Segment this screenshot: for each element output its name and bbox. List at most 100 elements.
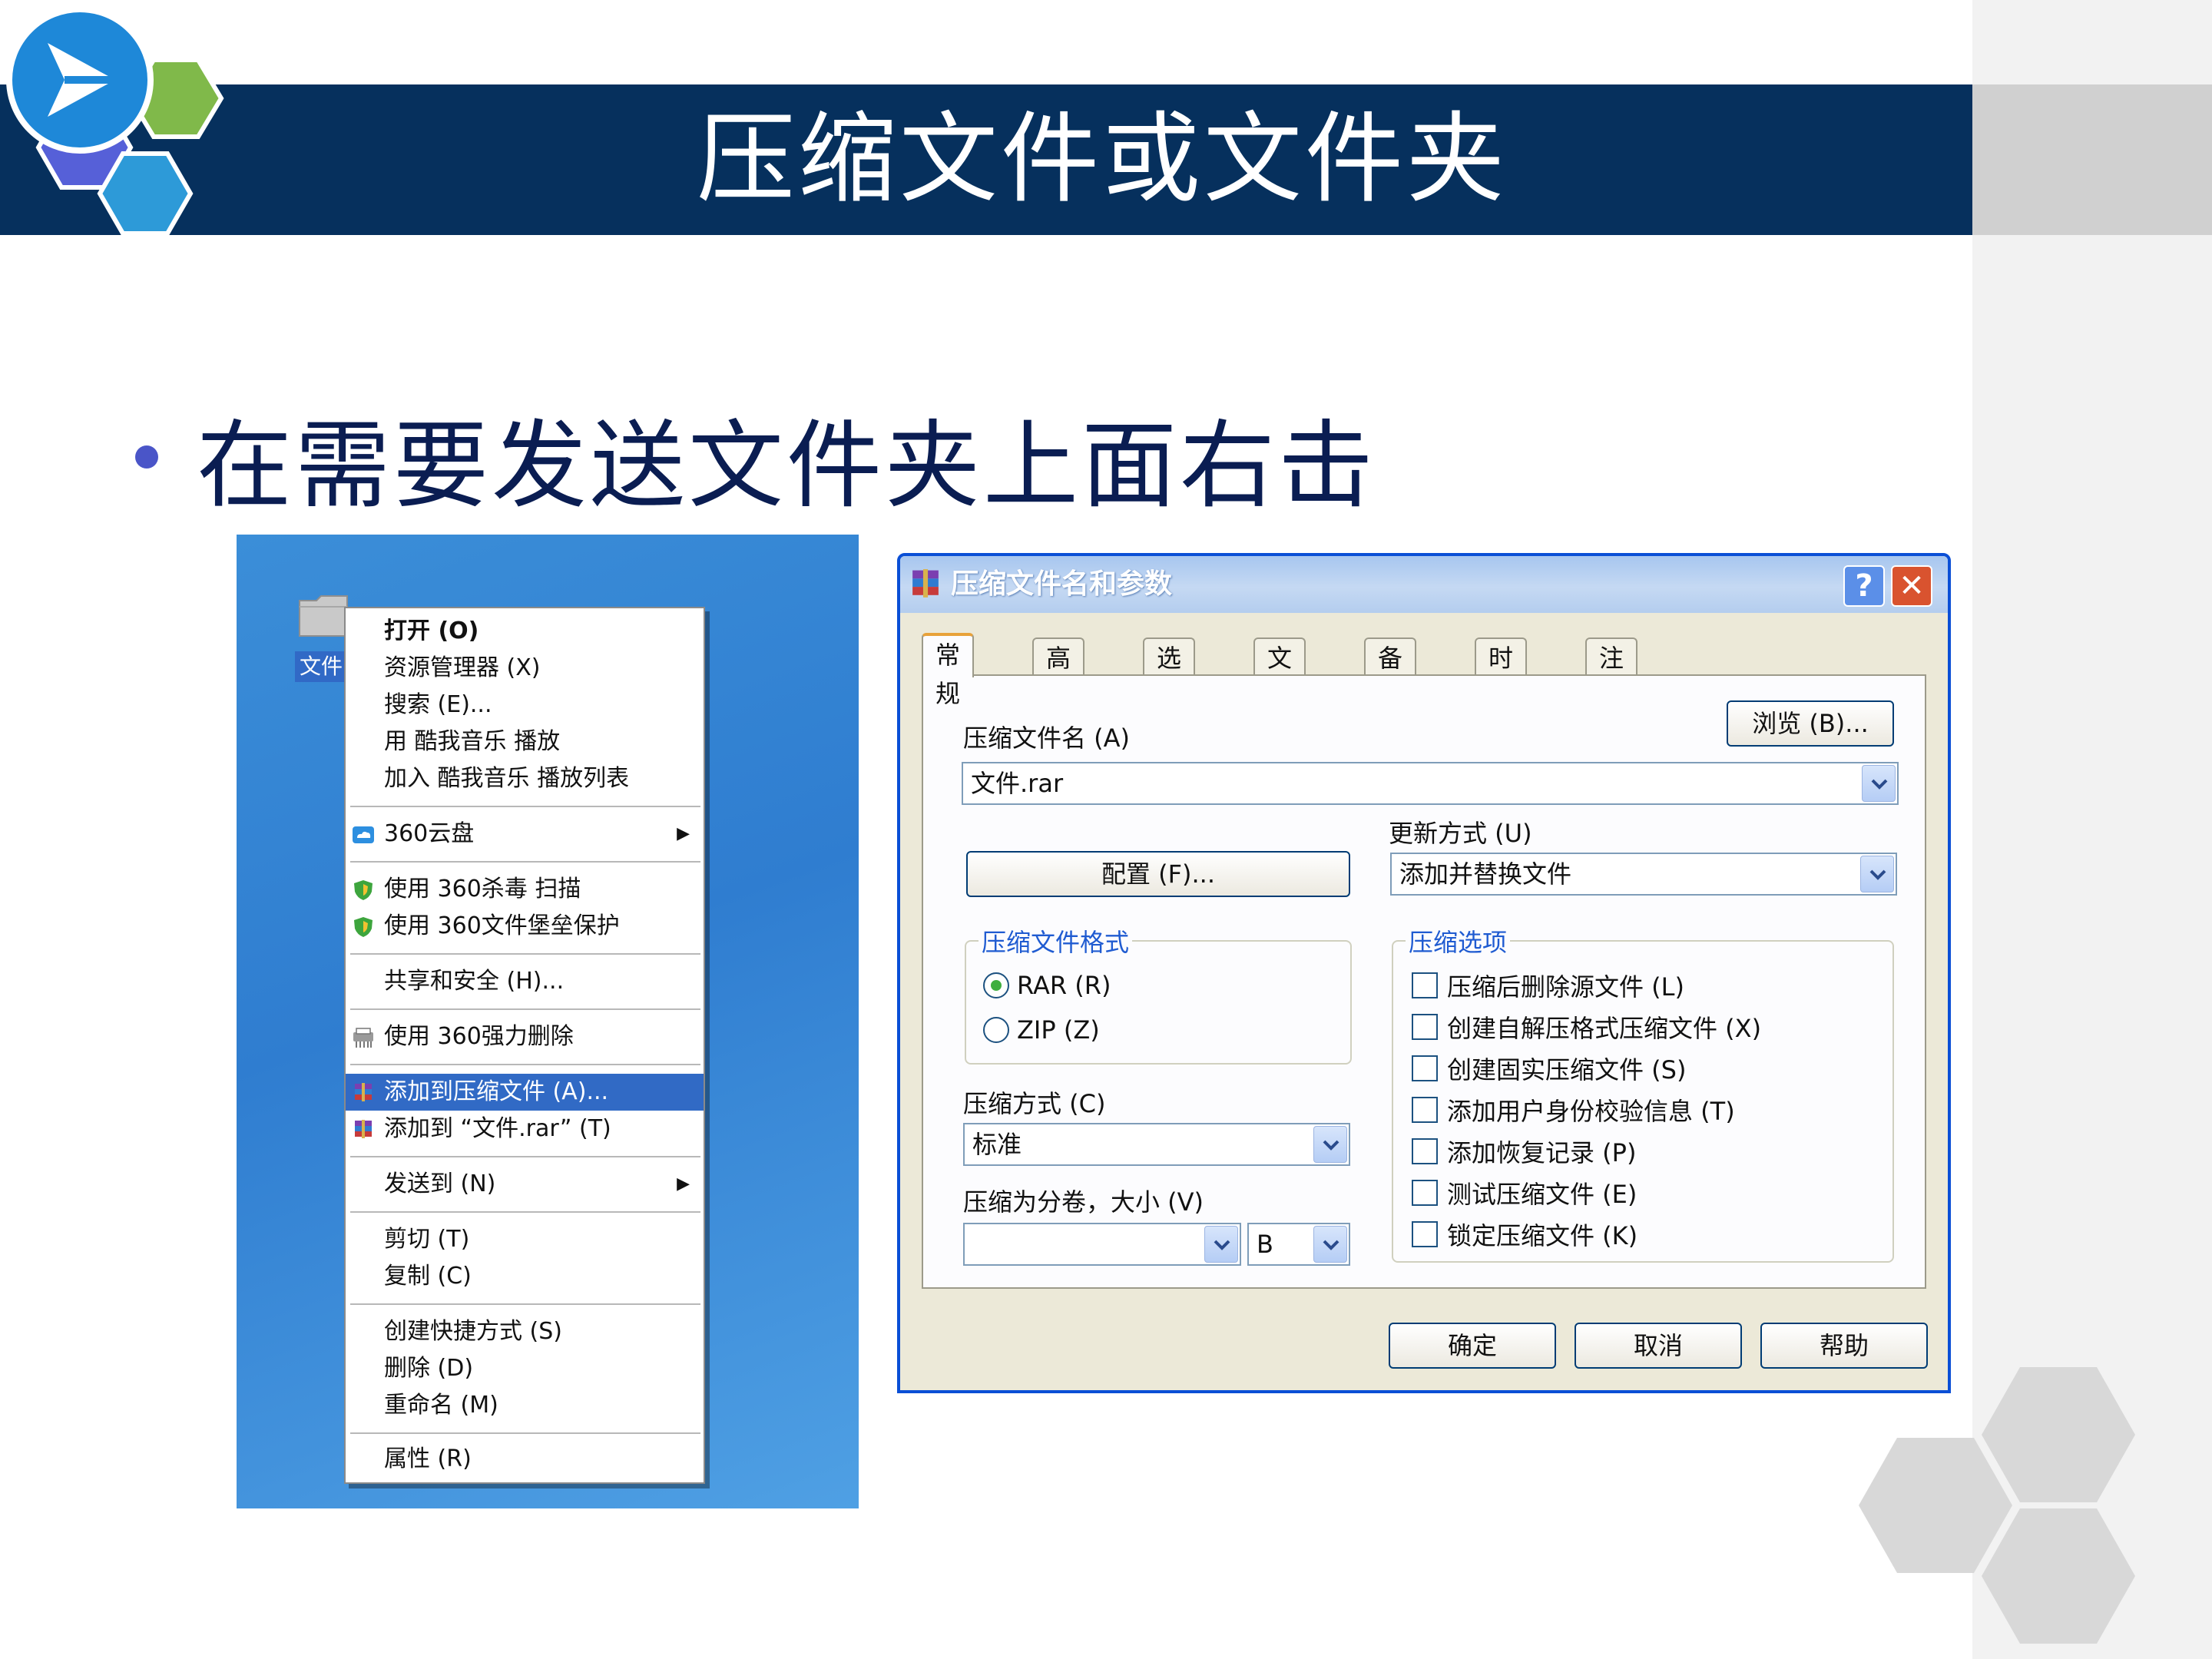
menu-item-rename[interactable]: 重命名 (M) [346,1387,704,1424]
help-title-button[interactable]: ? [1843,565,1885,607]
option-solid[interactable]: 创建固实压缩文件 (S) [1412,1049,1686,1088]
checkbox[interactable] [1412,1014,1438,1040]
menu-separator [350,1156,700,1157]
general-tab-panel: 压缩文件名 (A) 浏览 (B)... 文件.rar 更新方式 (U) 配置 (… [922,674,1926,1289]
option-lock[interactable]: 锁定压缩文件 (K) [1412,1215,1637,1253]
folder-label[interactable]: 文件 [295,651,348,682]
menu-separator [350,806,700,807]
method-label: 压缩方式 (C) [963,1089,1106,1118]
radio-button[interactable] [983,972,1009,998]
logo-hexagons-icon [6,6,224,236]
format-option-zip[interactable]: ZIP (Z) [983,1011,1100,1049]
menu-separator [350,1432,700,1434]
menu-item-properties[interactable]: 属性 (R) [346,1441,704,1478]
split-unit-value: B [1257,1230,1273,1259]
method-combo[interactable]: 标准 [963,1123,1350,1166]
menu-item-360-delete[interactable]: 使用 360强力删除 [346,1018,704,1055]
checkbox[interactable] [1412,1180,1438,1206]
checkbox[interactable] [1412,1055,1438,1081]
context-menu: 打开 (O) 资源管理器 (X) 搜索 (E)... 用 酷我音乐 播放 加入 … [344,607,705,1484]
menu-item-send-to[interactable]: 发送到 (N) ▶ [346,1166,704,1203]
winrar-icon [355,1120,372,1138]
bullet-point: 在需要发送文件夹上面右击 [135,399,1376,522]
browse-button[interactable]: 浏览 (B)... [1727,700,1894,747]
checkbox[interactable] [1412,1097,1438,1123]
right-gray-band [1972,84,2212,235]
update-mode-value: 添加并替换文件 [1399,859,1572,889]
update-mode-combo[interactable]: 添加并替换文件 [1390,853,1897,896]
menu-item-360-protect[interactable]: 使用 360文件堡垒保护 [346,908,704,945]
tab-options[interactable]: 选项 [1143,637,1196,711]
archive-name-label: 压缩文件名 (A) [963,724,1131,753]
tab-backup[interactable]: 备份 [1364,637,1417,711]
options-group-title: 压缩选项 [1406,923,1511,959]
menu-item-search[interactable]: 搜索 (E)... [346,687,704,724]
menu-item-add-to-rar[interactable]: 添加到 “文件.rar” (T) [346,1111,704,1147]
archive-name-combo[interactable]: 文件.rar [962,762,1899,805]
submenu-arrow-icon: ▶ [677,824,690,843]
cancel-button[interactable]: 取消 [1575,1323,1742,1369]
menu-item-open[interactable]: 打开 (O) [346,613,704,650]
shredder-icon [353,1028,373,1048]
close-button[interactable]: ✕ [1891,565,1932,607]
menu-separator [350,1211,700,1213]
menu-separator [350,1303,700,1305]
format-group-title: 压缩文件格式 [979,923,1133,959]
chevron-down-icon[interactable] [1313,1126,1347,1163]
update-mode-label: 更新方式 (U) [1389,819,1532,848]
option-test[interactable]: 测试压缩文件 (E) [1412,1174,1637,1212]
ok-button[interactable]: 确定 [1389,1323,1556,1369]
tab-general[interactable]: 常规 [922,633,975,708]
menu-item-create-shortcut[interactable]: 创建快捷方式 (S) [346,1313,704,1350]
menu-item-explore[interactable]: 资源管理器 (X) [346,650,704,687]
option-delete-after[interactable]: 压缩后删除源文件 (L) [1412,966,1684,1005]
split-label: 压缩为分卷，大小 (V) [963,1187,1204,1217]
dialog-title: 压缩文件名和参数 [951,568,1173,600]
checkbox[interactable] [1412,1221,1438,1247]
shield-icon [354,917,373,937]
menu-item-kuwo-play[interactable]: 用 酷我音乐 播放 [346,724,704,760]
profiles-button[interactable]: 配置 (F)... [966,851,1350,897]
bullet-dot [135,445,158,469]
split-size-combo[interactable] [963,1223,1241,1266]
split-unit-combo[interactable]: B [1247,1223,1350,1266]
menu-item-copy[interactable]: 复制 (C) [346,1258,704,1295]
radio-button[interactable] [983,1017,1009,1043]
menu-item-360-cloud[interactable]: 360云盘 ▶ [346,816,704,853]
menu-separator [350,1008,700,1010]
chevron-down-icon[interactable] [1204,1226,1238,1263]
menu-item-cut[interactable]: 剪切 (T) [346,1221,704,1258]
folder-icon[interactable] [298,593,349,639]
help-button[interactable]: 帮助 [1760,1323,1928,1369]
menu-item-sharing[interactable]: 共享和安全 (H)... [346,963,704,1000]
checkbox[interactable] [1412,1138,1438,1164]
option-authenticity[interactable]: 添加用户身份校验信息 (T) [1412,1091,1735,1129]
chevron-down-icon[interactable] [1313,1226,1347,1263]
menu-separator [350,861,700,863]
dialog-title-bar[interactable]: 压缩文件名和参数 ? ✕ [900,556,1948,613]
archive-dialog: 压缩文件名和参数 ? ✕ 常规 高级 选项 文件 备份 时间 注释 压缩文件名 … [897,553,1951,1393]
submenu-arrow-icon: ▶ [677,1174,690,1194]
option-recovery[interactable]: 添加恢复记录 (P) [1412,1132,1636,1171]
tab-files[interactable]: 文件 [1253,637,1306,711]
menu-separator [350,953,700,955]
bullet-text: 在需要发送文件夹上面右击 [197,411,1377,522]
tab-advanced[interactable]: 高级 [1032,637,1085,711]
menu-item-add-to-archive[interactable]: 添加到压缩文件 (A)... [346,1074,704,1111]
option-sfx[interactable]: 创建自解压格式压缩文件 (X) [1412,1008,1761,1046]
menu-item-delete[interactable]: 删除 (D) [346,1350,704,1387]
menu-item-360-scan[interactable]: 使用 360杀毒 扫描 [346,871,704,908]
format-option-rar[interactable]: RAR (R) [983,966,1111,1005]
tab-comment[interactable]: 注释 [1585,637,1638,711]
menu-item-kuwo-playlist[interactable]: 加入 酷我音乐 播放列表 [346,760,704,797]
archive-name-value: 文件.rar [971,769,1064,798]
slide-title: 压缩文件或文件夹 [696,102,1508,217]
menu-separator [350,1064,700,1065]
cloud-icon [353,826,374,843]
checkbox[interactable] [1412,972,1438,998]
chevron-down-icon[interactable] [1862,765,1896,802]
chevron-down-icon[interactable] [1860,856,1894,892]
tab-time[interactable]: 时间 [1475,637,1528,711]
method-value: 标准 [972,1130,1022,1159]
shield-icon [354,880,373,900]
